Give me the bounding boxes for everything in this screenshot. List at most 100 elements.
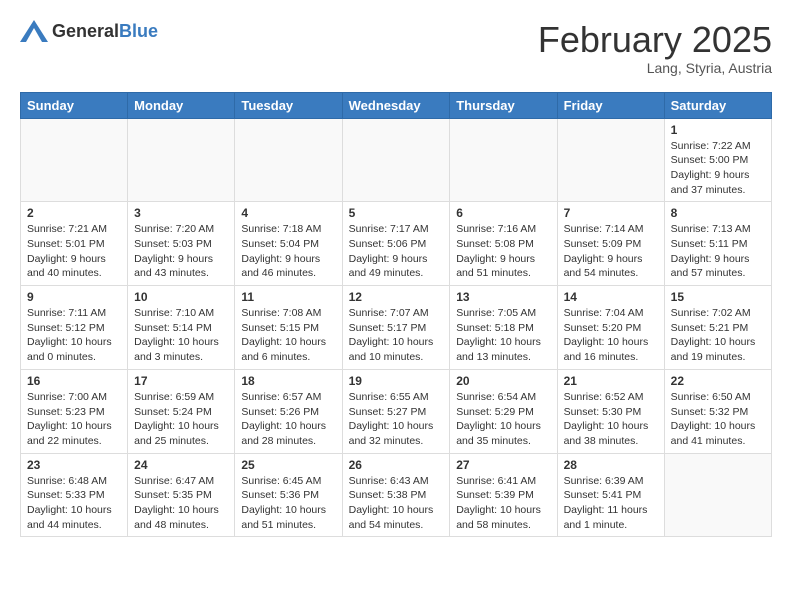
day-info: Sunrise: 7:18 AM Sunset: 5:04 PM Dayligh…	[241, 222, 335, 281]
day-info: Sunrise: 6:48 AM Sunset: 5:33 PM Dayligh…	[27, 474, 121, 533]
weekday-header-friday: Friday	[557, 92, 664, 118]
day-info: Sunrise: 6:45 AM Sunset: 5:36 PM Dayligh…	[241, 474, 335, 533]
day-number: 7	[564, 206, 658, 220]
day-number: 23	[27, 458, 121, 472]
day-number: 4	[241, 206, 335, 220]
calendar-cell: 18 Sunrise: 6:57 AM Sunset: 5:26 PM Dayli…	[235, 369, 342, 453]
day-info: Sunrise: 7:11 AM Sunset: 5:12 PM Dayligh…	[27, 306, 121, 365]
weekday-header-saturday: Saturday	[664, 92, 771, 118]
day-number: 1	[671, 123, 765, 137]
page-header: GeneralBlue February 2025 Lang, Styria, …	[20, 20, 772, 76]
day-number: 17	[134, 374, 228, 388]
calendar-cell: 14 Sunrise: 7:04 AM Sunset: 5:20 PM Dayli…	[557, 286, 664, 370]
weekday-header-wednesday: Wednesday	[342, 92, 450, 118]
day-number: 24	[134, 458, 228, 472]
day-number: 15	[671, 290, 765, 304]
day-info: Sunrise: 7:22 AM Sunset: 5:00 PM Dayligh…	[671, 139, 765, 198]
day-info: Sunrise: 7:07 AM Sunset: 5:17 PM Dayligh…	[349, 306, 444, 365]
calendar-cell: 25 Sunrise: 6:45 AM Sunset: 5:36 PM Dayli…	[235, 453, 342, 537]
day-number: 3	[134, 206, 228, 220]
calendar-cell: 4 Sunrise: 7:18 AM Sunset: 5:04 PM Daylig…	[235, 202, 342, 286]
calendar-cell	[235, 118, 342, 202]
day-number: 18	[241, 374, 335, 388]
calendar-cell: 2 Sunrise: 7:21 AM Sunset: 5:01 PM Daylig…	[21, 202, 128, 286]
calendar-cell	[557, 118, 664, 202]
calendar-cell: 19 Sunrise: 6:55 AM Sunset: 5:27 PM Dayli…	[342, 369, 450, 453]
calendar-cell: 21 Sunrise: 6:52 AM Sunset: 5:30 PM Dayli…	[557, 369, 664, 453]
week-row-4: 16Sunrise: 7:00 AM Sunset: 5:23 PM Dayli…	[21, 369, 772, 453]
month-year-title: February 2025	[538, 20, 772, 60]
day-info: Sunrise: 6:54 AM Sunset: 5:29 PM Dayligh…	[456, 390, 550, 449]
day-number: 25	[241, 458, 335, 472]
calendar-cell: 9Sunrise: 7:11 AM Sunset: 5:12 PM Daylig…	[21, 286, 128, 370]
calendar-cell	[450, 118, 557, 202]
day-number: 19	[349, 374, 444, 388]
day-info: Sunrise: 7:02 AM Sunset: 5:21 PM Dayligh…	[671, 306, 765, 365]
day-info: Sunrise: 6:39 AM Sunset: 5:41 PM Dayligh…	[564, 474, 658, 533]
calendar-cell: 13 Sunrise: 7:05 AM Sunset: 5:18 PM Dayli…	[450, 286, 557, 370]
day-number: 20	[456, 374, 550, 388]
calendar-cell: 3 Sunrise: 7:20 AM Sunset: 5:03 PM Daylig…	[128, 202, 235, 286]
day-info: Sunrise: 6:50 AM Sunset: 5:32 PM Dayligh…	[671, 390, 765, 449]
logo-text: GeneralBlue	[52, 21, 158, 42]
day-info: Sunrise: 7:04 AM Sunset: 5:20 PM Dayligh…	[564, 306, 658, 365]
day-info: Sunrise: 7:16 AM Sunset: 5:08 PM Dayligh…	[456, 222, 550, 281]
logo: GeneralBlue	[20, 20, 158, 42]
day-number: 2	[27, 206, 121, 220]
day-info: Sunrise: 6:55 AM Sunset: 5:27 PM Dayligh…	[349, 390, 444, 449]
day-number: 12	[349, 290, 444, 304]
week-row-2: 2 Sunrise: 7:21 AM Sunset: 5:01 PM Daylig…	[21, 202, 772, 286]
weekday-header-tuesday: Tuesday	[235, 92, 342, 118]
calendar-cell: 10 Sunrise: 7:10 AM Sunset: 5:14 PM Dayli…	[128, 286, 235, 370]
day-number: 21	[564, 374, 658, 388]
day-info: Sunrise: 7:05 AM Sunset: 5:18 PM Dayligh…	[456, 306, 550, 365]
day-number: 8	[671, 206, 765, 220]
calendar-cell: 17 Sunrise: 6:59 AM Sunset: 5:24 PM Dayli…	[128, 369, 235, 453]
calendar-cell: 16Sunrise: 7:00 AM Sunset: 5:23 PM Dayli…	[21, 369, 128, 453]
week-row-5: 23 Sunrise: 6:48 AM Sunset: 5:33 PM Dayli…	[21, 453, 772, 537]
title-section: February 2025 Lang, Styria, Austria	[538, 20, 772, 76]
calendar-cell: 20 Sunrise: 6:54 AM Sunset: 5:29 PM Dayli…	[450, 369, 557, 453]
day-number: 5	[349, 206, 444, 220]
day-info: Sunrise: 7:17 AM Sunset: 5:06 PM Dayligh…	[349, 222, 444, 281]
day-number: 16	[27, 374, 121, 388]
day-info: Sunrise: 6:52 AM Sunset: 5:30 PM Dayligh…	[564, 390, 658, 449]
calendar-cell: 12 Sunrise: 7:07 AM Sunset: 5:17 PM Dayli…	[342, 286, 450, 370]
calendar-cell: 7 Sunrise: 7:14 AM Sunset: 5:09 PM Daylig…	[557, 202, 664, 286]
day-info: Sunrise: 7:13 AM Sunset: 5:11 PM Dayligh…	[671, 222, 765, 281]
calendar-cell: 15 Sunrise: 7:02 AM Sunset: 5:21 PM Dayli…	[664, 286, 771, 370]
day-info: Sunrise: 6:57 AM Sunset: 5:26 PM Dayligh…	[241, 390, 335, 449]
day-number: 22	[671, 374, 765, 388]
day-number: 26	[349, 458, 444, 472]
calendar-cell	[128, 118, 235, 202]
day-info: Sunrise: 6:43 AM Sunset: 5:38 PM Dayligh…	[349, 474, 444, 533]
week-row-3: 9Sunrise: 7:11 AM Sunset: 5:12 PM Daylig…	[21, 286, 772, 370]
day-info: Sunrise: 7:21 AM Sunset: 5:01 PM Dayligh…	[27, 222, 121, 281]
calendar-cell: 5 Sunrise: 7:17 AM Sunset: 5:06 PM Daylig…	[342, 202, 450, 286]
calendar-cell: 24 Sunrise: 6:47 AM Sunset: 5:35 PM Dayli…	[128, 453, 235, 537]
day-info: Sunrise: 7:20 AM Sunset: 5:03 PM Dayligh…	[134, 222, 228, 281]
logo-general: General	[52, 21, 119, 41]
day-number: 10	[134, 290, 228, 304]
day-number: 14	[564, 290, 658, 304]
calendar-cell	[664, 453, 771, 537]
calendar-cell: 28 Sunrise: 6:39 AM Sunset: 5:41 PM Dayli…	[557, 453, 664, 537]
day-number: 28	[564, 458, 658, 472]
calendar-cell	[21, 118, 128, 202]
day-info: Sunrise: 6:59 AM Sunset: 5:24 PM Dayligh…	[134, 390, 228, 449]
weekday-header-thursday: Thursday	[450, 92, 557, 118]
day-info: Sunrise: 7:14 AM Sunset: 5:09 PM Dayligh…	[564, 222, 658, 281]
weekday-header-monday: Monday	[128, 92, 235, 118]
day-number: 27	[456, 458, 550, 472]
location-subtitle: Lang, Styria, Austria	[538, 60, 772, 76]
calendar-cell: 27Sunrise: 6:41 AM Sunset: 5:39 PM Dayli…	[450, 453, 557, 537]
calendar-cell: 23 Sunrise: 6:48 AM Sunset: 5:33 PM Dayli…	[21, 453, 128, 537]
calendar-table: SundayMondayTuesdayWednesdayThursdayFrid…	[20, 92, 772, 538]
day-info: Sunrise: 7:10 AM Sunset: 5:14 PM Dayligh…	[134, 306, 228, 365]
calendar-cell: 11Sunrise: 7:08 AM Sunset: 5:15 PM Dayli…	[235, 286, 342, 370]
day-info: Sunrise: 6:47 AM Sunset: 5:35 PM Dayligh…	[134, 474, 228, 533]
calendar-cell: 1 Sunrise: 7:22 AM Sunset: 5:00 PM Daylig…	[664, 118, 771, 202]
day-number: 11	[241, 290, 335, 304]
logo-icon	[20, 20, 48, 42]
day-number: 13	[456, 290, 550, 304]
